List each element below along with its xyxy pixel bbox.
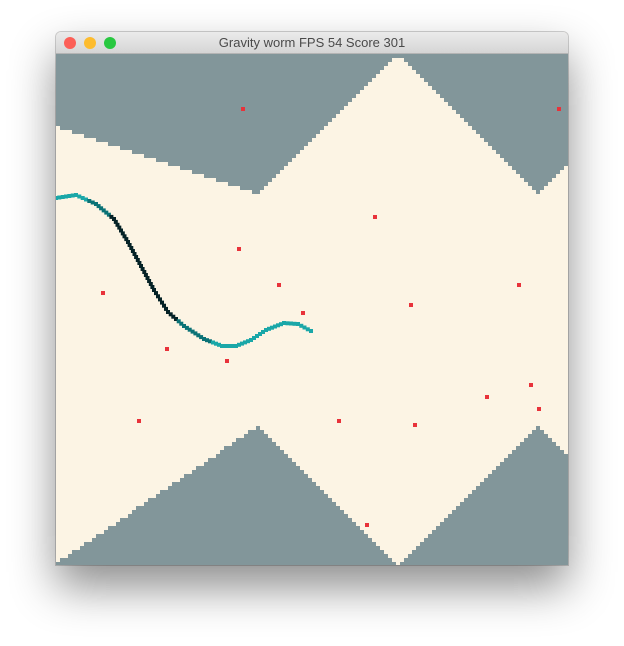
food-pellet [517,283,521,287]
food-pellet [237,247,241,251]
worm-segment [285,321,290,326]
food-pellet [413,423,417,427]
worm-segment [289,321,293,326]
food-pellet [557,107,561,111]
food-pellet [277,283,281,287]
worm-segment [220,344,224,348]
food-pellet [537,407,541,411]
food-pellet [337,419,341,423]
worm-segment [230,344,235,348]
window-title: Gravity worm FPS 54 Score 301 [218,35,406,50]
worm-segment [227,344,231,348]
food-pellet [137,419,141,423]
food-pellet [365,523,369,527]
food-pellet [529,383,533,387]
worm-segment [292,321,297,326]
food-pellet [409,303,413,307]
worm-segment [309,329,313,333]
food-pellet [373,215,377,219]
food-pellet [225,359,229,363]
title-bar[interactable]: Gravity worm FPS 54 Score 301 [56,32,568,54]
food-pellet [101,291,105,295]
food-pellet [301,311,305,315]
food-pellet [165,347,169,351]
worm-segment [223,344,228,348]
game-canvas[interactable] [56,54,568,565]
worm-segment [282,321,286,325]
food-pellet [241,107,245,111]
food-pellet [485,395,489,399]
game-window: Gravity worm FPS 54 Score 301 [56,32,568,565]
game-scene [56,54,568,565]
